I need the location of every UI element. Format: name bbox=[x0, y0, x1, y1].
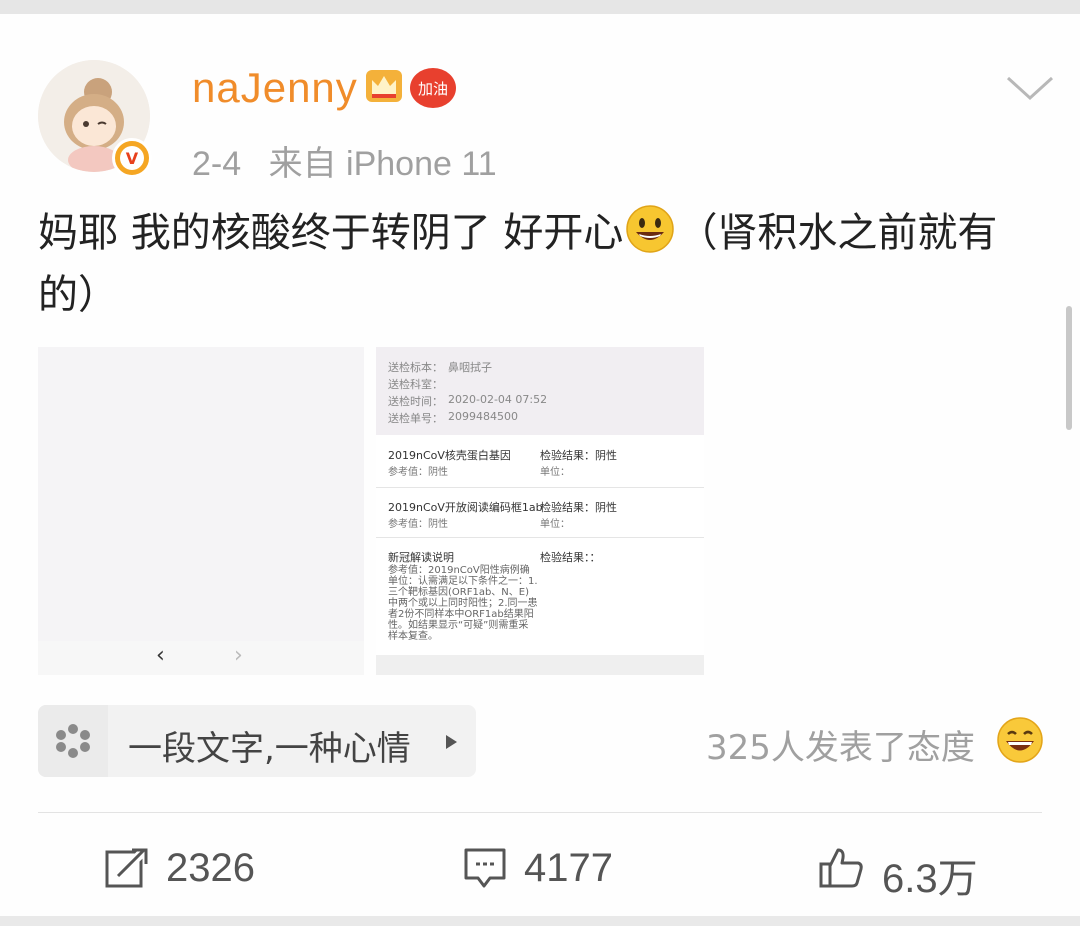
divider bbox=[376, 487, 704, 488]
chevron-down-icon[interactable] bbox=[1004, 72, 1056, 104]
mood-label: 一段文字,一种心情 bbox=[128, 729, 411, 769]
vip-badge: 加油 bbox=[410, 68, 456, 108]
smiley-icon bbox=[626, 205, 675, 253]
post-source: 来自 iPhone 11 bbox=[268, 145, 497, 183]
test3-note: 参考值：2019nCoV阳性病例确 单位：认需满足以下条件之一：1.三个靶标基因… bbox=[388, 565, 538, 642]
gallery-prev-button[interactable]: ‹ bbox=[156, 643, 165, 668]
report-order-value: 2099484500 bbox=[448, 410, 518, 423]
report-sample-label: 送检标本： bbox=[388, 361, 443, 374]
post-image-1[interactable]: ‹ › bbox=[38, 347, 364, 675]
post-image-2[interactable]: 送检标本： 鼻咽拭子 送检科室： 送检时间： 2020-02-04 07:52 … bbox=[376, 347, 704, 675]
test1-result: 检验结果：阴性 bbox=[540, 449, 617, 462]
mood-icon bbox=[56, 724, 90, 758]
test2-unit: 单位： bbox=[540, 519, 570, 530]
gallery-nav bbox=[38, 641, 364, 675]
verified-badge: V bbox=[112, 138, 152, 178]
test1-name: 2019nCoV核壳蛋白基因 bbox=[388, 449, 511, 462]
report-time-label: 送检时间： bbox=[388, 395, 443, 408]
repost-count[interactable]: 2326 bbox=[166, 846, 255, 891]
test3-name: 新冠解读说明 bbox=[388, 551, 454, 564]
post-timestamp: 2-4 bbox=[192, 145, 242, 183]
repost-icon[interactable] bbox=[104, 846, 150, 890]
comment-icon[interactable] bbox=[462, 846, 508, 890]
test2-ref: 参考值：阴性 bbox=[388, 519, 448, 530]
verified-mark: V bbox=[120, 146, 144, 170]
test2-name: 2019nCoV开放阅读编码框1ab bbox=[388, 501, 543, 514]
post-text-main: 妈耶 我的核酸终于转阴了 好开心 bbox=[38, 210, 624, 256]
action-divider bbox=[38, 812, 1042, 813]
test2-result: 检验结果：阴性 bbox=[540, 501, 617, 514]
comment-count[interactable]: 4177 bbox=[524, 846, 613, 891]
test1-ref: 参考值：阴性 bbox=[388, 467, 448, 478]
report-time-value: 2020-02-04 07:52 bbox=[448, 393, 548, 406]
report-sample-value: 鼻咽拭子 bbox=[448, 361, 492, 374]
play-arrow-icon bbox=[446, 735, 457, 749]
post-text: 妈耶 我的核酸终于转阴了 好开心 （肾积水之前就有的） bbox=[38, 202, 1038, 326]
test1-unit: 单位： bbox=[540, 467, 570, 478]
post-meta: 2-4 来自 iPhone 11 bbox=[192, 136, 497, 185]
divider bbox=[376, 537, 704, 538]
crown-icon bbox=[366, 70, 402, 102]
report-footer bbox=[376, 655, 704, 675]
top-strip bbox=[0, 0, 1080, 14]
username[interactable]: naJenny bbox=[192, 64, 358, 112]
mood-topic-button[interactable]: 一段文字,一种心情 bbox=[38, 705, 476, 777]
scrollbar[interactable] bbox=[1066, 306, 1072, 430]
laughing-smiley-icon[interactable] bbox=[996, 716, 1044, 764]
like-icon[interactable] bbox=[818, 846, 864, 890]
like-count[interactable]: 6.3万 bbox=[882, 846, 978, 904]
test3-result: 检验结果：： bbox=[540, 551, 601, 564]
report-dept-label: 送检科室： bbox=[388, 378, 443, 391]
gallery-next-button[interactable]: › bbox=[234, 643, 243, 668]
report-order-label: 送检单号： bbox=[388, 412, 443, 425]
mood-icon-box bbox=[38, 705, 108, 777]
attitude-count[interactable]: 325人发表了态度 bbox=[706, 720, 975, 769]
